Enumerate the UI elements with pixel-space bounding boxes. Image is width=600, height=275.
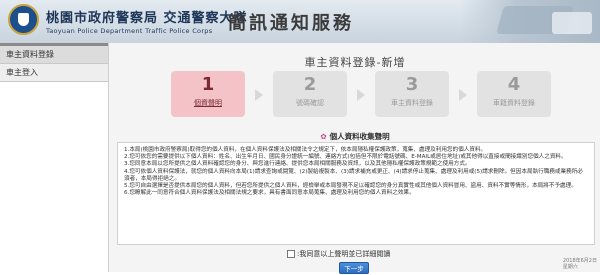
sidebar: 車主資料登錄 車主登入 xyxy=(0,43,108,272)
sidebar-item-owner-login[interactable]: 車主登入 xyxy=(0,64,108,82)
step-label: 車籍資料登錄 xyxy=(493,99,535,107)
step-label: 號碼確認 xyxy=(296,99,324,107)
agree-checkbox[interactable] xyxy=(287,250,295,258)
step-number: 2 xyxy=(303,74,317,95)
notice-heading: ✿ 個人資料收集聲明 xyxy=(109,131,600,142)
notice-item: 3.您同意本局以您所提供之個人資料確認您的身分、與您進行連絡、提供您本局相關服務… xyxy=(124,161,471,168)
sidebar-item-owner-registration[interactable]: 車主資料登錄 xyxy=(0,46,108,64)
agree-row: :我同意以上聲明並已詳細閱讀 xyxy=(287,249,390,259)
step-label: 個資聲明 xyxy=(194,99,222,107)
step-number: 1 xyxy=(201,74,215,95)
main-content: 車主資料登錄-新增 1 個資聲明 2 號碼確認 3 車主資料登錄 4 車籍資料登… xyxy=(108,43,600,274)
page-title: 車主資料登錄-新增 xyxy=(304,56,406,69)
notice-item: 6.您瞭解此一同意符合個人資料保護法及相關法規之要求，具有書面同意本局蒐集、處理… xyxy=(124,190,415,197)
clock-weekday: 星期六 xyxy=(562,264,578,270)
step-1: 1 個資聲明 xyxy=(171,71,245,117)
taskbar-clock: 2018年6月2日 星期六 xyxy=(563,258,597,270)
progress-steps: 1 個資聲明 2 號碼確認 3 車主資料登錄 4 車籍資料登錄 xyxy=(171,71,551,119)
organization-name-english: Taoyuan Police Department Traffic Police… xyxy=(46,27,213,35)
organization-name: 桃園市政府警察局 交通警察大隊 xyxy=(46,11,248,26)
step-number: 4 xyxy=(507,74,521,95)
notice-title-text: 個人資料收集聲明 xyxy=(329,132,390,141)
privacy-notice-box[interactable]: 1.本局(桃園市政府警察局)取得您的個人資料，在個人資料保護法及相關法令之規定下… xyxy=(117,142,595,245)
step-label: 車主資料登錄 xyxy=(391,99,433,107)
police-badge-logo xyxy=(8,4,39,35)
step-arrow-icon xyxy=(459,89,467,101)
flower-icon: ✿ xyxy=(320,132,327,141)
step-2: 2 號碼確認 xyxy=(273,71,347,117)
agree-label[interactable]: :我同意以上聲明並已詳細閱讀 xyxy=(297,250,390,258)
step-4: 4 車籍資料登錄 xyxy=(477,71,551,117)
header-banner-image xyxy=(460,0,600,43)
notice-item: 4.您可依個人資料保護法，就您的個人資料向本局(1)請求查詢或閱覽、(2)製給複… xyxy=(124,168,583,182)
site-header: 桃園市政府警察局 交通警察大隊 Taoyuan Police Departmen… xyxy=(0,0,600,43)
step-arrow-icon xyxy=(357,89,365,101)
step-3: 3 車主資料登錄 xyxy=(375,71,449,117)
step-number: 3 xyxy=(405,74,419,95)
service-title: 簡訊通知服務 xyxy=(228,13,354,34)
next-step-button[interactable]: 下一步 xyxy=(339,262,369,274)
step-arrow-icon xyxy=(255,89,263,101)
